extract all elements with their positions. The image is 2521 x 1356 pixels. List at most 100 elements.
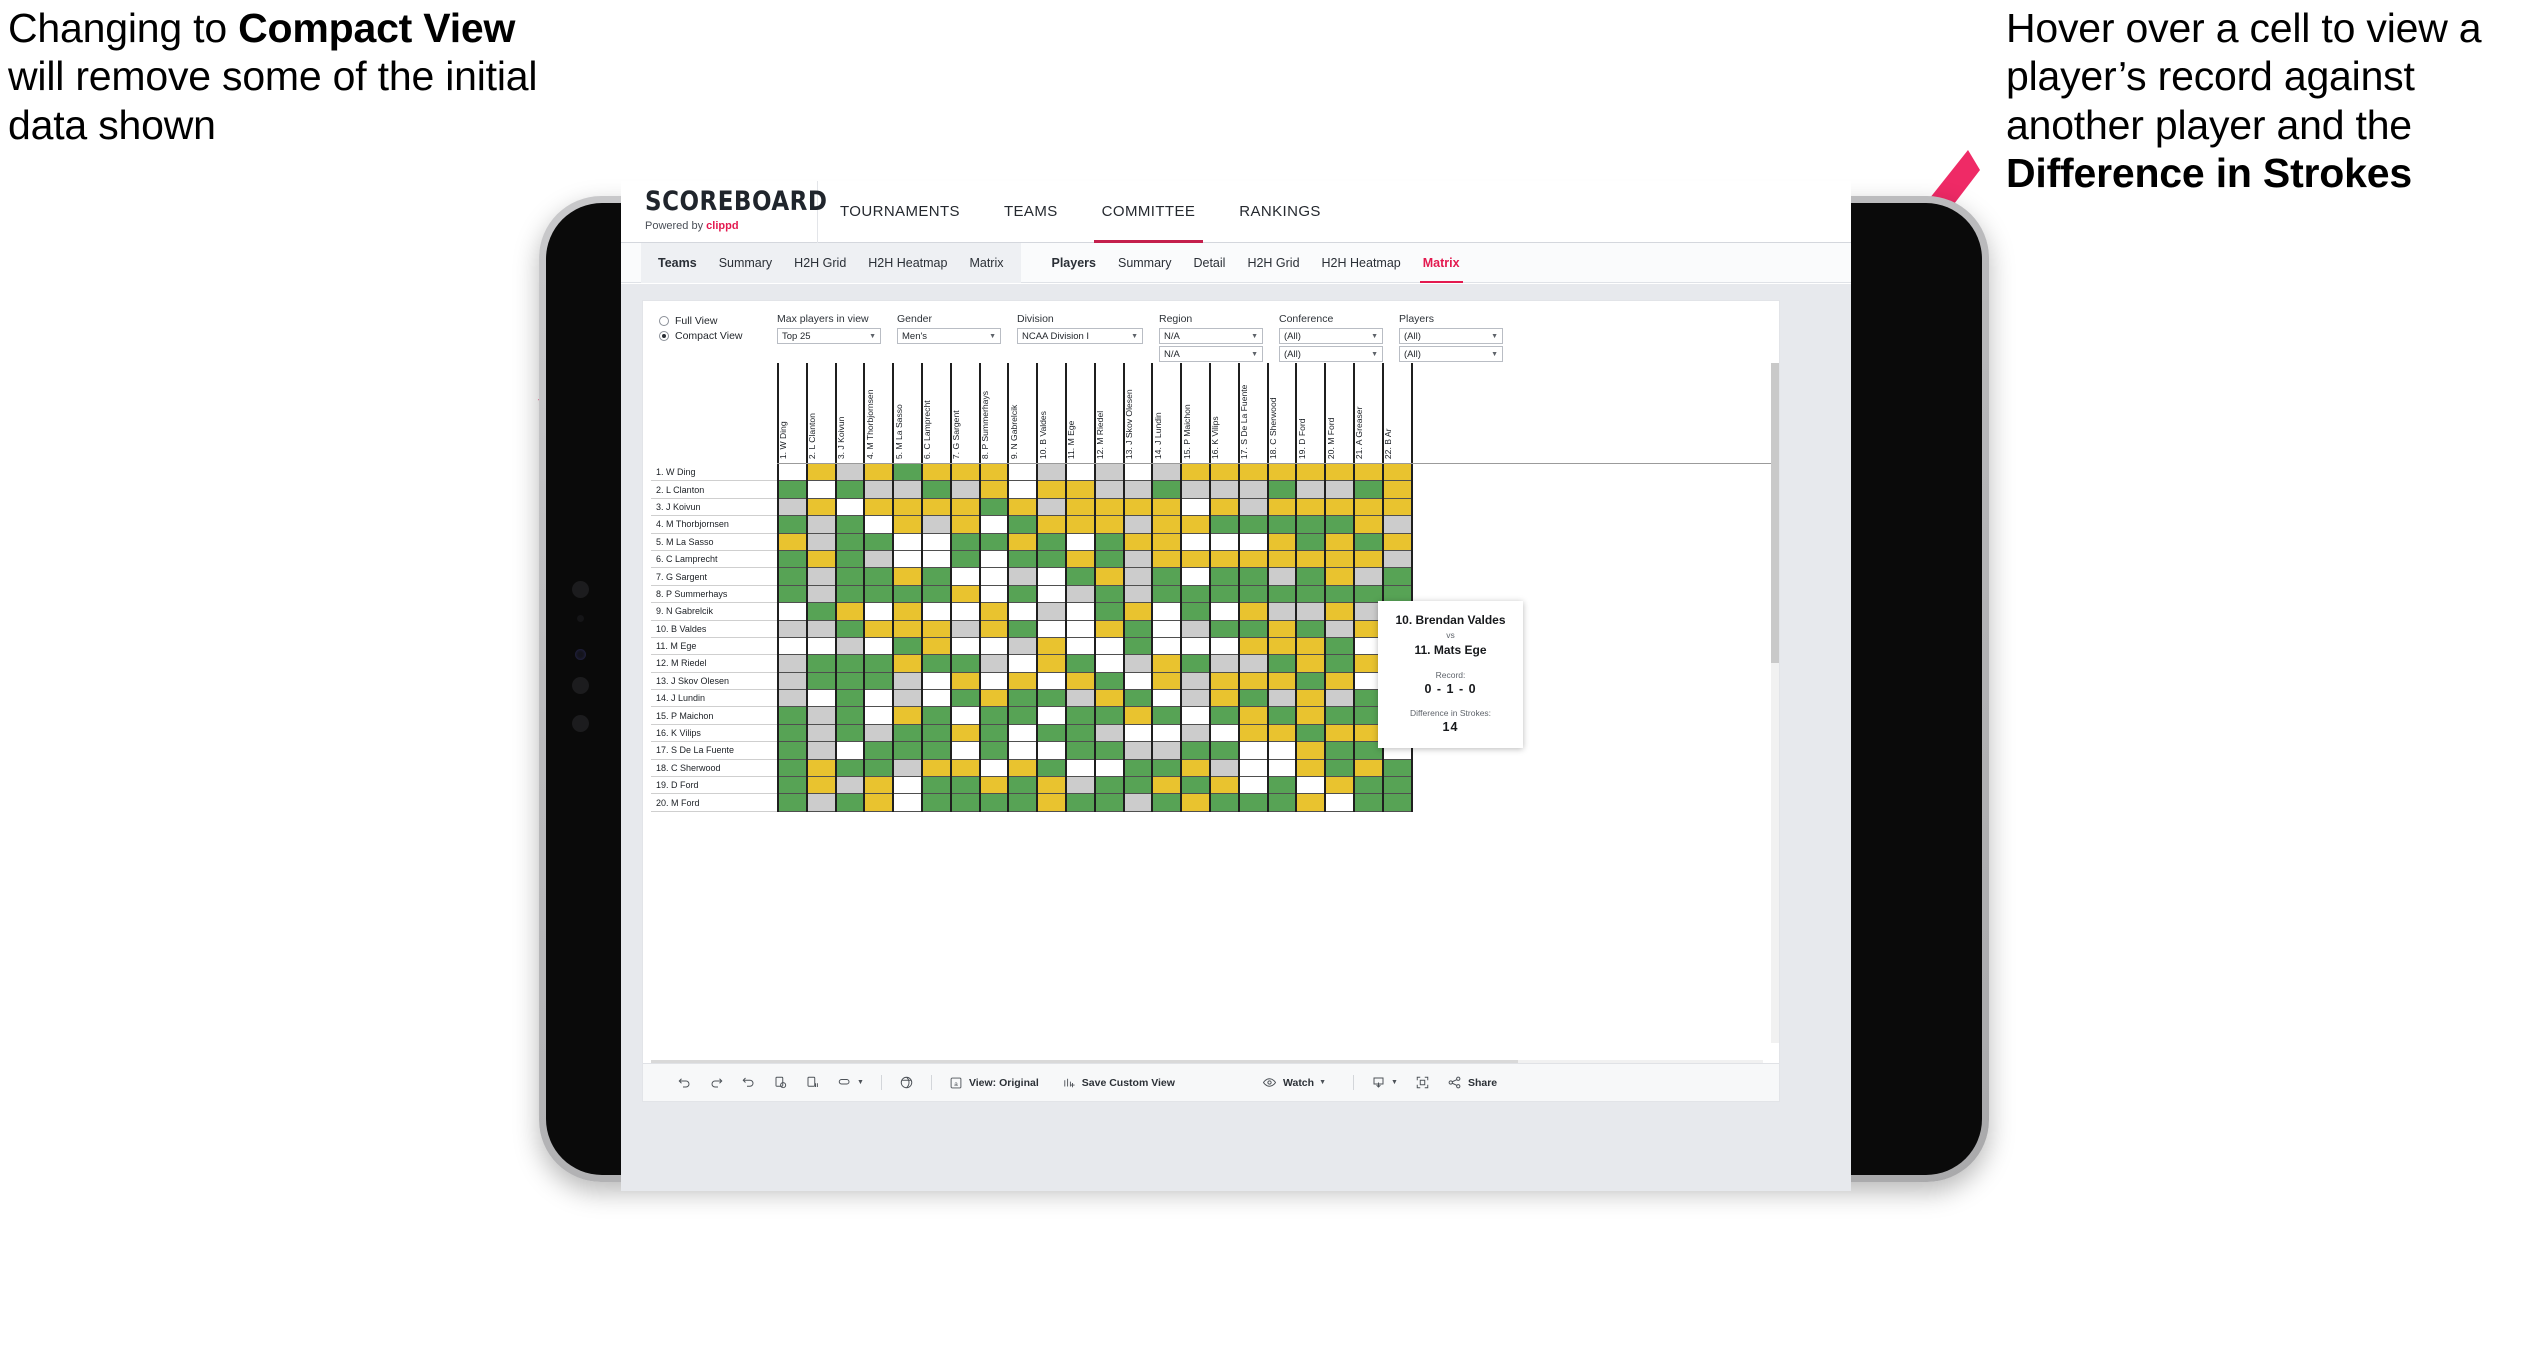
- matrix-cell[interactable]: [951, 568, 979, 586]
- matrix-cell[interactable]: [807, 672, 835, 691]
- matrix-cell[interactable]: [1239, 655, 1267, 673]
- matrix-cell[interactable]: [1297, 603, 1325, 621]
- matrix-cell[interactable]: [1182, 550, 1209, 569]
- filter-conference-select-1[interactable]: (All) ▼: [1279, 328, 1383, 344]
- matrix-cell[interactable]: [836, 603, 864, 621]
- matrix-cell[interactable]: [836, 794, 864, 812]
- matrix-cell[interactable]: [1153, 742, 1181, 760]
- matrix-cell[interactable]: [1124, 603, 1152, 621]
- matrix-cell[interactable]: [894, 481, 921, 499]
- matrix-cell[interactable]: [1354, 498, 1382, 517]
- matrix-cell[interactable]: [1153, 724, 1181, 743]
- matrix-cell[interactable]: [1009, 481, 1037, 499]
- matrix-cell[interactable]: [1297, 550, 1325, 569]
- matrix-cell[interactable]: [922, 637, 950, 656]
- matrix-cell[interactable]: [1297, 498, 1325, 517]
- matrix-cell[interactable]: [807, 481, 835, 499]
- matrix-cell[interactable]: [1268, 568, 1296, 586]
- redo-button[interactable]: [709, 1075, 724, 1090]
- matrix-cell[interactable]: [779, 550, 806, 569]
- matrix-cell[interactable]: [1268, 516, 1296, 534]
- matrix-cell[interactable]: [1038, 724, 1065, 743]
- matrix-cell[interactable]: [865, 550, 893, 569]
- revert-button[interactable]: [741, 1075, 756, 1090]
- matrix-cell[interactable]: [865, 603, 893, 621]
- matrix-cell[interactable]: [922, 498, 950, 517]
- matrix-cell[interactable]: [779, 707, 806, 725]
- matrix-cell[interactable]: [1297, 672, 1325, 691]
- matrix-cell[interactable]: [865, 759, 893, 778]
- matrix-cell[interactable]: [1038, 481, 1065, 499]
- matrix-cell[interactable]: [1239, 794, 1267, 812]
- matrix-cell[interactable]: [1239, 759, 1267, 778]
- share-button[interactable]: Share: [1447, 1075, 1497, 1090]
- matrix-cell[interactable]: [1095, 707, 1123, 725]
- matrix-cell[interactable]: [1182, 498, 1209, 517]
- matrix-cell[interactable]: [980, 603, 1008, 621]
- matrix-cell[interactable]: [836, 777, 864, 795]
- matrix-cell[interactable]: [1182, 777, 1209, 795]
- subnav-players-h2h-grid[interactable]: H2H Grid: [1236, 243, 1310, 283]
- matrix-cell[interactable]: [865, 568, 893, 586]
- subnav-teams-summary[interactable]: Summary: [708, 243, 783, 283]
- matrix-cell[interactable]: [1210, 585, 1238, 604]
- matrix-cell[interactable]: [1354, 481, 1382, 499]
- matrix-cell[interactable]: [1095, 777, 1123, 795]
- matrix-cell[interactable]: [1153, 672, 1181, 691]
- matrix-cell[interactable]: [951, 533, 979, 551]
- matrix-cell[interactable]: [807, 690, 835, 708]
- matrix-cell[interactable]: [1124, 655, 1152, 673]
- matrix-cell[interactable]: [894, 655, 921, 673]
- matrix-cell[interactable]: [922, 742, 950, 760]
- matrix-cell[interactable]: [836, 655, 864, 673]
- brand-logo[interactable]: SCOREBOARD Powered by clippd: [645, 189, 827, 232]
- matrix-cell[interactable]: [1095, 533, 1123, 551]
- matrix-cell[interactable]: [1009, 690, 1037, 708]
- matrix-cell[interactable]: [1210, 794, 1238, 812]
- matrix-cell[interactable]: [951, 759, 979, 778]
- matrix-cell[interactable]: [1182, 637, 1209, 656]
- matrix-cell[interactable]: [807, 533, 835, 551]
- matrix-cell[interactable]: [1153, 550, 1181, 569]
- matrix-cell[interactable]: [1239, 516, 1267, 534]
- matrix-cell[interactable]: [1383, 794, 1411, 812]
- matrix-cell[interactable]: [1153, 603, 1181, 621]
- matrix-cell[interactable]: [980, 794, 1008, 812]
- matrix-cell[interactable]: [1326, 585, 1353, 604]
- matrix-cell[interactable]: [894, 672, 921, 691]
- matrix-cell[interactable]: [865, 585, 893, 604]
- matrix-cell[interactable]: [1009, 707, 1037, 725]
- matrix-cell[interactable]: [1066, 794, 1094, 812]
- matrix-cell[interactable]: [1239, 550, 1267, 569]
- matrix-cell[interactable]: [1124, 742, 1152, 760]
- matrix-cell[interactable]: [1066, 481, 1094, 499]
- matrix-cell[interactable]: [1153, 585, 1181, 604]
- matrix-cell[interactable]: [1009, 516, 1037, 534]
- matrix-cell[interactable]: [1095, 672, 1123, 691]
- matrix-cell[interactable]: [807, 637, 835, 656]
- refresh-data-button[interactable]: [773, 1075, 788, 1090]
- matrix-cell[interactable]: [1326, 533, 1353, 551]
- matrix-cell[interactable]: [1210, 690, 1238, 708]
- matrix-cell[interactable]: [1009, 498, 1037, 517]
- matrix-cell[interactable]: [836, 690, 864, 708]
- matrix-cell[interactable]: [1182, 481, 1209, 499]
- matrix-cell[interactable]: [980, 742, 1008, 760]
- matrix-cell[interactable]: [1239, 620, 1267, 638]
- matrix-cell[interactable]: [1326, 603, 1353, 621]
- matrix-cell[interactable]: [980, 498, 1008, 517]
- matrix-cell[interactable]: [836, 533, 864, 551]
- filter-gender-select[interactable]: Men's ▼: [897, 328, 1001, 344]
- matrix-cell[interactable]: [1009, 568, 1037, 586]
- matrix-cell[interactable]: [922, 464, 950, 482]
- matrix-cell[interactable]: [1066, 637, 1094, 656]
- matrix-cell[interactable]: [1009, 550, 1037, 569]
- matrix-cell[interactable]: [836, 742, 864, 760]
- matrix-cell[interactable]: [1210, 759, 1238, 778]
- matrix-cell[interactable]: [1038, 585, 1065, 604]
- matrix-cell[interactable]: [1124, 464, 1152, 482]
- matrix-cell[interactable]: [1038, 672, 1065, 691]
- matrix-cell[interactable]: [1297, 637, 1325, 656]
- download-button[interactable]: ▼: [1371, 1075, 1398, 1090]
- matrix-cell[interactable]: [894, 690, 921, 708]
